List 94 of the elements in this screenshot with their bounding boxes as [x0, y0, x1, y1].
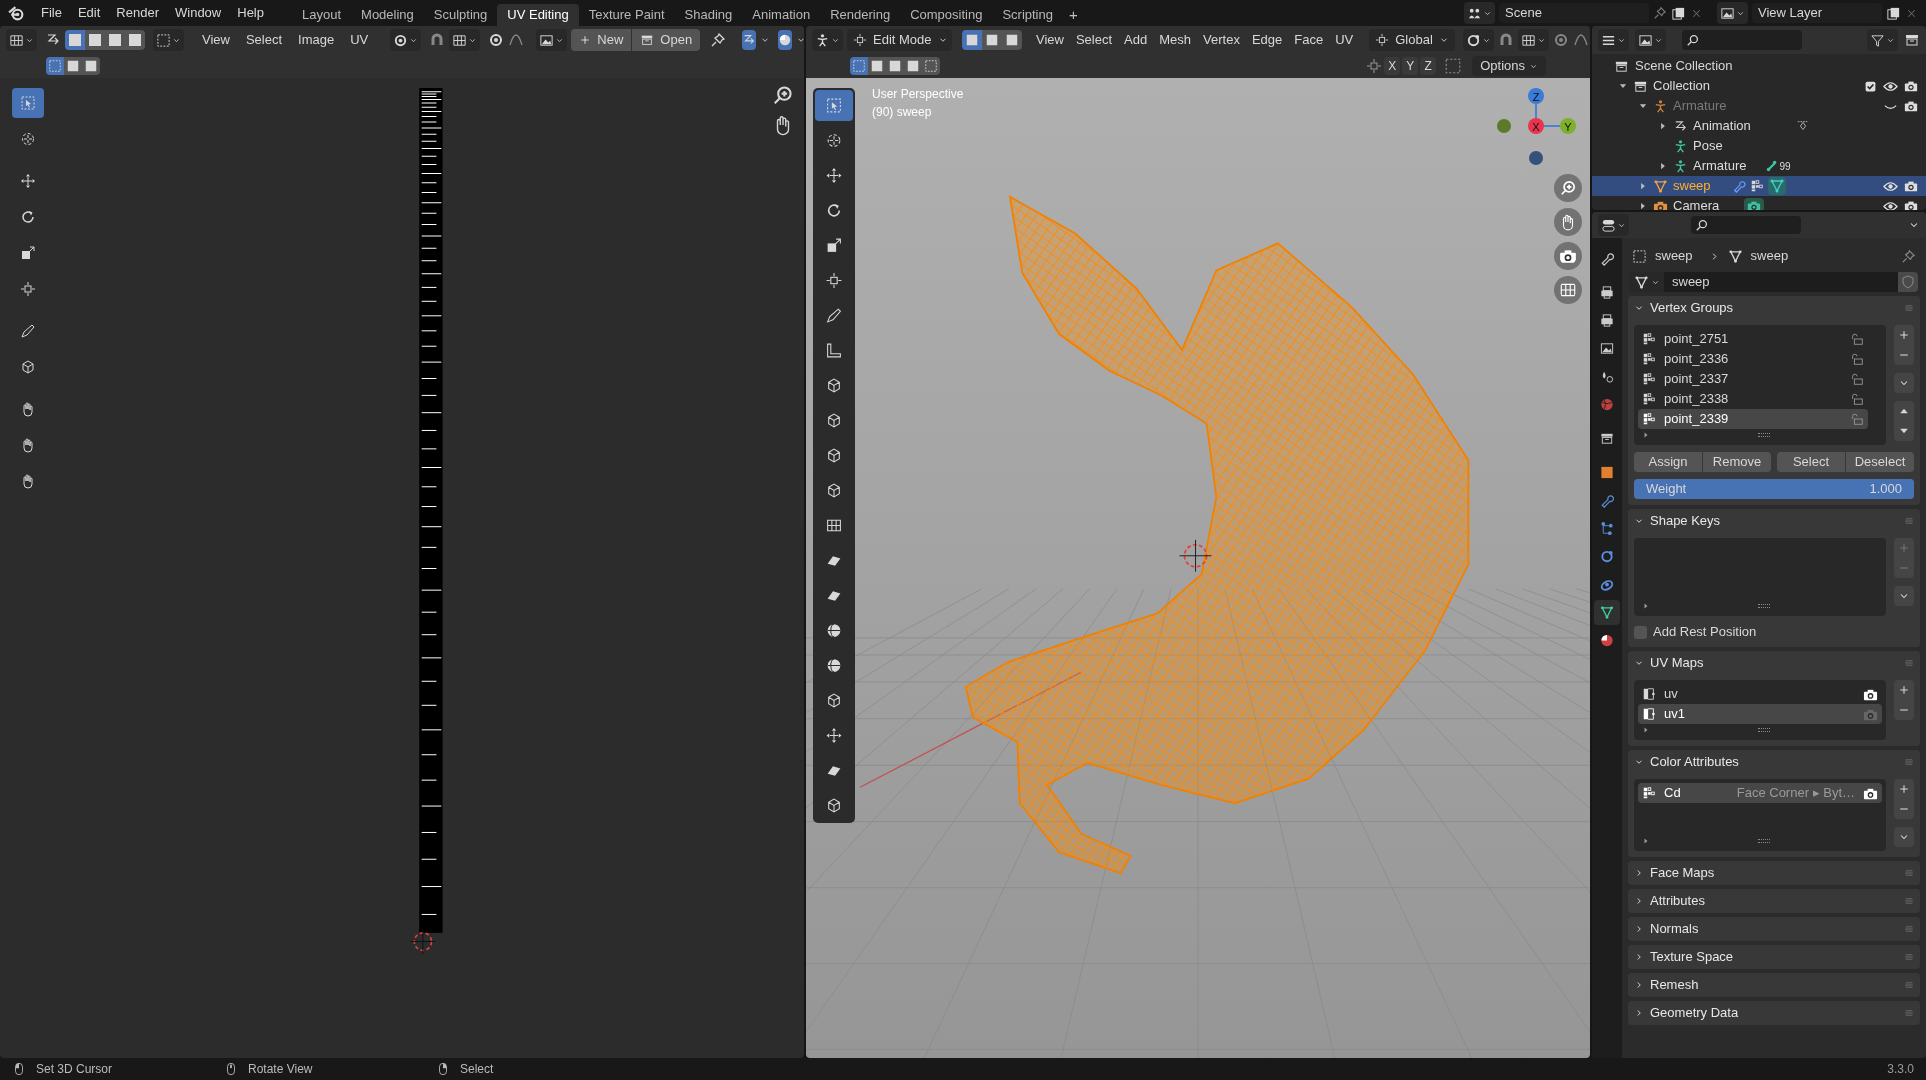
status-hint: Rotate View: [248, 1061, 313, 1078]
menu-item[interactable]: File: [33, 2, 70, 24]
workspace-tab[interactable]: Animation: [742, 4, 821, 26]
status-hint: Select: [460, 1061, 494, 1078]
panel-header[interactable]: Geometry Data: [1628, 1001, 1920, 1025]
workspace-tab[interactable]: Sculpting: [423, 4, 498, 26]
workspace-tab[interactable]: Texture Paint: [578, 4, 675, 26]
tree-item-label: Pose: [1693, 137, 1723, 156]
action-button[interactable]: Select: [1777, 452, 1845, 472]
action-button[interactable]: Remove: [1703, 452, 1771, 472]
workspace-tab[interactable]: Compositing: [900, 4, 993, 26]
tree-row[interactable]: Animation: [1592, 116, 1926, 136]
panel-header[interactable]: Texture Space: [1628, 945, 1920, 969]
add-workspace-button[interactable]: +: [1062, 4, 1084, 26]
tree-row[interactable]: sweep: [1592, 176, 1926, 196]
action-button[interactable]: Assign: [1634, 452, 1702, 472]
menu-item[interactable]: Help: [229, 2, 272, 24]
panel-header[interactable]: Normals: [1628, 917, 1920, 941]
panel-header[interactable]: Color Attributes: [1628, 750, 1920, 774]
menu-item[interactable]: Face: [1288, 29, 1330, 51]
tree-item-label: sweep: [1673, 177, 1711, 196]
new-image-button[interactable]: New: [571, 29, 632, 51]
checkbox-option[interactable]: Add Rest Position: [1634, 623, 1914, 641]
gizmo-x-axis[interactable]: X: [1528, 118, 1544, 134]
workspace-tab[interactable]: Rendering: [820, 4, 901, 26]
tree-item-label: Armature: [1693, 157, 1747, 176]
list-item[interactable]: point_2339: [1638, 409, 1868, 429]
mirror-axis-toggle[interactable]: X: [1384, 57, 1401, 75]
panel-header[interactable]: Remesh: [1628, 973, 1920, 997]
tree-row[interactable]: Collection: [1592, 76, 1926, 96]
panel-header[interactable]: Attributes: [1628, 889, 1920, 913]
panel-header[interactable]: Face Maps: [1628, 861, 1920, 885]
tree-item-label: Scene Collection: [1635, 57, 1733, 76]
workspace-tab[interactable]: Layout: [292, 4, 352, 26]
slider-label: Weight: [1646, 480, 1687, 499]
gizmo-z-axis[interactable]: Z: [1528, 88, 1544, 104]
menu-item[interactable]: UV: [1329, 29, 1360, 51]
weight-slider[interactable]: Weight 1.000: [1634, 479, 1914, 499]
tree-row[interactable]: Pose: [1592, 136, 1926, 156]
panel-header[interactable]: Vertex Groups: [1628, 296, 1920, 320]
panel-header[interactable]: UV Maps: [1628, 651, 1920, 675]
status-hint: Set 3D Cursor: [36, 1061, 113, 1078]
viewport-info-text: User Perspective: [872, 86, 964, 103]
list-item[interactable]: point_2336: [1638, 349, 1868, 369]
tree-item-label: Camera: [1673, 197, 1720, 210]
action-button[interactable]: Deselect: [1846, 452, 1914, 472]
breadcrumb-item: sweep: [1655, 247, 1693, 266]
orientation-dropdown[interactable]: Global: [1369, 29, 1455, 51]
list-item[interactable]: Cd Face Corner ▸ Byt…: [1638, 783, 1882, 803]
mesh-data-field[interactable]: sweep: [1630, 272, 1918, 292]
menu-item[interactable]: Image: [290, 29, 343, 51]
menu-item[interactable]: Mesh: [1153, 29, 1198, 51]
menu-item[interactable]: Vertex: [1197, 29, 1246, 51]
open-image-button[interactable]: Open: [632, 29, 701, 51]
list-item[interactable]: point_2337: [1638, 369, 1868, 389]
mirror-axis-toggle[interactable]: Y: [1402, 57, 1419, 75]
menu-item[interactable]: Select: [237, 29, 291, 51]
workspace-tab[interactable]: Modeling: [351, 4, 424, 26]
version-text: 3.3.0: [1887, 1061, 1914, 1078]
breadcrumb-item: sweep: [1750, 247, 1789, 266]
workspace-tab[interactable]: UV Editing: [497, 4, 579, 26]
list-item[interactable]: uv1: [1638, 704, 1882, 724]
viewport-info-text: (90) sweep: [872, 104, 933, 121]
tree-row[interactable]: Armature 99: [1592, 156, 1926, 176]
menu-item[interactable]: View: [194, 29, 238, 51]
list-item[interactable]: point_2338: [1638, 389, 1868, 409]
menu-item[interactable]: Edge: [1245, 29, 1289, 51]
scene-name: Scene: [1505, 4, 1542, 23]
tree-item-label: Collection: [1653, 77, 1711, 96]
menu-item[interactable]: View: [1030, 29, 1070, 51]
slider-value: 1.000: [1869, 480, 1902, 499]
menu-item[interactable]: Render: [108, 2, 167, 24]
menu-item[interactable]: Window: [167, 2, 230, 24]
mirror-axis-toggle[interactable]: Z: [1420, 57, 1437, 75]
view-layer-name: View Layer: [1758, 4, 1823, 23]
gizmo-y-axis[interactable]: Y: [1560, 118, 1576, 134]
menu-item[interactable]: Select: [1069, 29, 1119, 51]
attribute-domain-text: Face Corner ▸ Byt…: [1736, 784, 1855, 803]
tree-item-label: Armature: [1673, 97, 1727, 116]
menu-item[interactable]: Edit: [69, 2, 109, 24]
menu-item[interactable]: Add: [1118, 29, 1154, 51]
mode-dropdown[interactable]: Edit Mode: [847, 29, 952, 51]
list-item[interactable]: uv: [1638, 684, 1882, 704]
tree-item-label: Animation: [1693, 117, 1751, 136]
panel-header[interactable]: Shape Keys: [1628, 509, 1920, 533]
workspace-tab[interactable]: Scripting: [992, 4, 1063, 26]
options-dropdown[interactable]: Options: [1472, 56, 1546, 76]
menu-item[interactable]: UV: [342, 29, 377, 51]
mesh-data-name: sweep: [1672, 273, 1710, 292]
workspace-tab[interactable]: Shading: [674, 4, 743, 26]
list-item[interactable]: point_2751: [1638, 329, 1868, 349]
scene-field[interactable]: Scene: [1499, 3, 1649, 23]
bone-count: 99: [1779, 159, 1791, 174]
view-layer-field[interactable]: View Layer: [1752, 3, 1882, 23]
